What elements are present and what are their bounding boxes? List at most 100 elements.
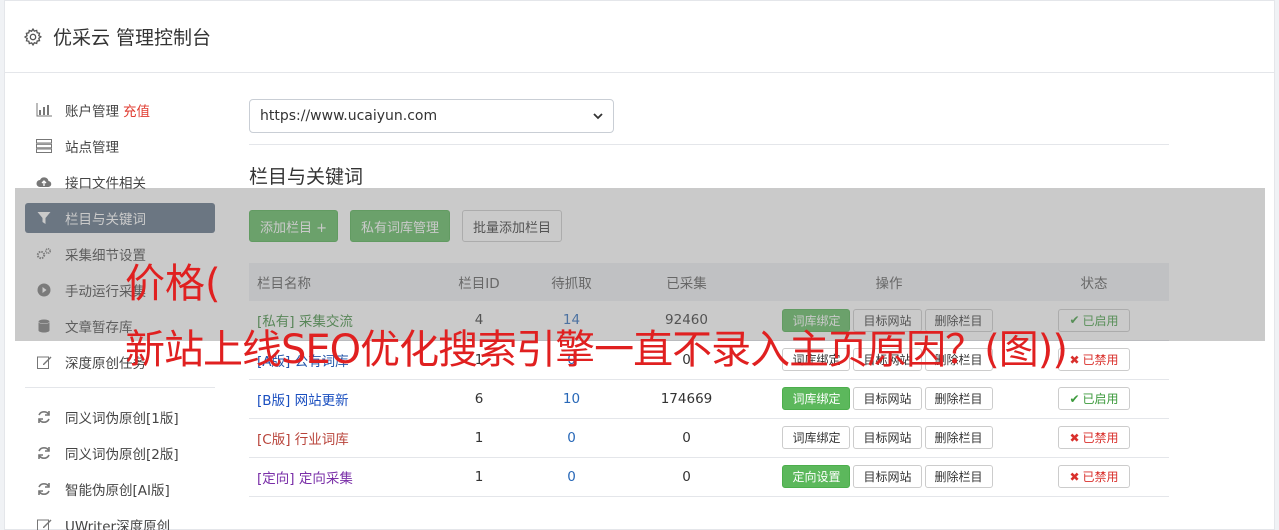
sidebar-item-sites[interactable]: 站点管理 (25, 131, 215, 161)
app-title: 优采云 管理控制台 (53, 27, 212, 49)
server-icon (35, 138, 53, 154)
play-circle-icon (35, 282, 53, 298)
sidebar-item-label: 同义词伪原创[1版] (65, 411, 179, 427)
x-icon: ✖ (1069, 430, 1080, 445)
edit-icon (35, 354, 53, 370)
status-toggle[interactable]: ✖ 已禁用 (1058, 465, 1130, 488)
main-content: https://www.ucaiyun.com 栏目与关键词 添加栏目 + 私有… (249, 99, 1169, 497)
check-icon: ✔ (1069, 391, 1080, 406)
cell-status: ✔ 已启用 (1019, 379, 1169, 419)
pending-link[interactable]: 0 (567, 430, 576, 446)
table-row: [C版] 行业词库 1 0 0 词库绑定 目标网站 删除栏目 ✖ 已禁用 (249, 418, 1169, 458)
status-toggle[interactable]: ✔ 已启用 (1058, 387, 1130, 410)
table-row: [B版] 网站更新 6 10 174669 词库绑定 目标网站 删除栏目 ✔ 已启用 (249, 379, 1169, 419)
divider (249, 144, 1169, 145)
database-icon (35, 318, 53, 334)
sidebar-item-label: UWriter深度原创 (65, 519, 171, 530)
sidebar-item-label: 站点管理 (65, 140, 119, 156)
status-toggle[interactable]: ✖ 已禁用 (1058, 348, 1130, 371)
header: 优采云 管理控制台 (5, 1, 1274, 73)
overlay-text-headline: 新站上线SEO优化搜索引擎一直不录入主页原因？(图)) (125, 327, 1068, 373)
column-name: 行业词库 (294, 431, 349, 448)
status-label: 已禁用 (1082, 470, 1119, 484)
delete-column-button[interactable]: 删除栏目 (924, 465, 993, 488)
private-lexicon-button[interactable]: 私有词库管理 (350, 210, 451, 242)
sidebar-item-ai-rewrite[interactable]: 智能伪原创[AI版] (25, 474, 215, 504)
sidebar-item-label: 同义词伪原创[2版] (65, 447, 179, 463)
sidebar-divider (25, 387, 215, 388)
cell-id: 6 (429, 379, 529, 419)
target-site-button[interactable]: 目标网站 (853, 426, 922, 449)
section-title: 栏目与关键词 (249, 166, 364, 188)
pending-link[interactable]: 0 (567, 469, 576, 485)
sidebar-item-synonym-v2[interactable]: 同义词伪原创[2版] (25, 438, 215, 468)
pending-link[interactable]: 14 (563, 312, 580, 328)
sidebar-item-api-files[interactable]: 接口文件相关 (25, 167, 215, 197)
toolbar: 添加栏目 + 私有词库管理 批量添加栏目 (249, 210, 1169, 242)
cell-name: [C版] 行业词库 (249, 418, 429, 458)
status-label: 已启用 (1082, 392, 1119, 406)
status-toggle[interactable]: ✖ 已禁用 (1058, 426, 1130, 449)
target-site-button[interactable]: 目标网站 (853, 387, 922, 410)
sidebar-item-uwriter[interactable]: UWriter深度原创 (25, 510, 215, 530)
col-header-collected: 已采集 (614, 263, 759, 301)
lexicon-bind-button[interactable]: 定向设置 (782, 465, 851, 488)
table-row: [定向] 定向采集 1 0 0 定向设置 目标网站 删除栏目 ✖ 已禁用 (249, 457, 1169, 497)
col-header-id: 栏目ID (429, 263, 529, 301)
column-name: 定向采集 (298, 470, 353, 487)
status-label: 已禁用 (1082, 431, 1119, 445)
cell-pending: 0 (529, 457, 614, 497)
cogs-icon (35, 246, 53, 262)
check-icon: ✔ (1069, 313, 1080, 328)
overlay-text-price: 价格( (125, 261, 221, 307)
site-select-value: https://www.ucaiyun.com (260, 108, 438, 124)
bar-chart-icon (35, 102, 53, 118)
column-tag: [定向] (257, 470, 295, 487)
status-label: 已禁用 (1082, 353, 1119, 367)
pending-link[interactable]: 10 (563, 391, 580, 407)
sidebar-item-label: 账户管理 (65, 104, 119, 120)
batch-add-button[interactable]: 批量添加栏目 (462, 210, 563, 242)
sidebar-item-synonym-v1[interactable]: 同义词伪原创[1版] (25, 402, 215, 432)
cell-id: 1 (429, 457, 529, 497)
recharge-link[interactable]: 充值 (123, 100, 150, 120)
sidebar-item-label: 智能伪原创[AI版] (65, 483, 170, 499)
cell-collected: 0 (614, 418, 759, 458)
column-tag: [B版] (257, 392, 291, 409)
col-header-name: 栏目名称 (249, 263, 429, 301)
cell-status: ✖ 已禁用 (1019, 418, 1169, 458)
cell-status: ✖ 已禁用 (1019, 457, 1169, 497)
x-icon: ✖ (1069, 469, 1080, 484)
site-select[interactable]: https://www.ucaiyun.com (249, 99, 614, 133)
delete-column-button[interactable]: 删除栏目 (924, 387, 993, 410)
target-site-button[interactable]: 目标网站 (853, 465, 922, 488)
delete-column-button[interactable]: 删除栏目 (924, 426, 993, 449)
sidebar-item-account[interactable]: 账户管理 充值 (25, 95, 215, 125)
column-name: 网站更新 (294, 392, 349, 409)
cell-id: 1 (429, 418, 529, 458)
cell-actions: 词库绑定 目标网站 删除栏目 (759, 379, 1019, 419)
status-toggle[interactable]: ✔ 已启用 (1058, 308, 1130, 332)
col-header-status: 状态 (1019, 263, 1169, 301)
refresh-icon (35, 481, 53, 497)
cell-collected: 0 (614, 457, 759, 497)
lexicon-bind-button[interactable]: 词库绑定 (782, 387, 851, 410)
chevron-down-icon (593, 113, 603, 120)
sidebar-item-columns-keywords[interactable]: 栏目与关键词 (25, 203, 215, 233)
sidebar: 账户管理 充值 站点管理 接口文件相关 栏目与关键词 采集细节设置 手动运行采集… (25, 95, 215, 530)
columns-table: 栏目名称 栏目ID 待抓取 已采集 操作 状态 [私有] 采集交流 4 14 9246… (249, 263, 1169, 497)
cell-actions: 定向设置 目标网站 删除栏目 (759, 457, 1019, 497)
sidebar-item-label: 栏目与关键词 (65, 212, 146, 228)
status-label: 已启用 (1082, 313, 1119, 328)
x-icon: ✖ (1069, 352, 1080, 367)
cell-actions: 词库绑定 目标网站 删除栏目 (759, 418, 1019, 458)
column-link[interactable]: [B版] 网站更新 (257, 393, 349, 409)
column-link[interactable]: [定向] 定向采集 (257, 471, 353, 487)
cell-pending: 0 (529, 418, 614, 458)
lexicon-bind-button[interactable]: 词库绑定 (782, 426, 851, 449)
col-header-pending: 待抓取 (529, 263, 614, 301)
filter-icon (35, 210, 53, 226)
refresh-icon (35, 445, 53, 461)
add-column-button[interactable]: 添加栏目 + (249, 210, 339, 242)
column-link[interactable]: [C版] 行业词库 (257, 432, 349, 448)
